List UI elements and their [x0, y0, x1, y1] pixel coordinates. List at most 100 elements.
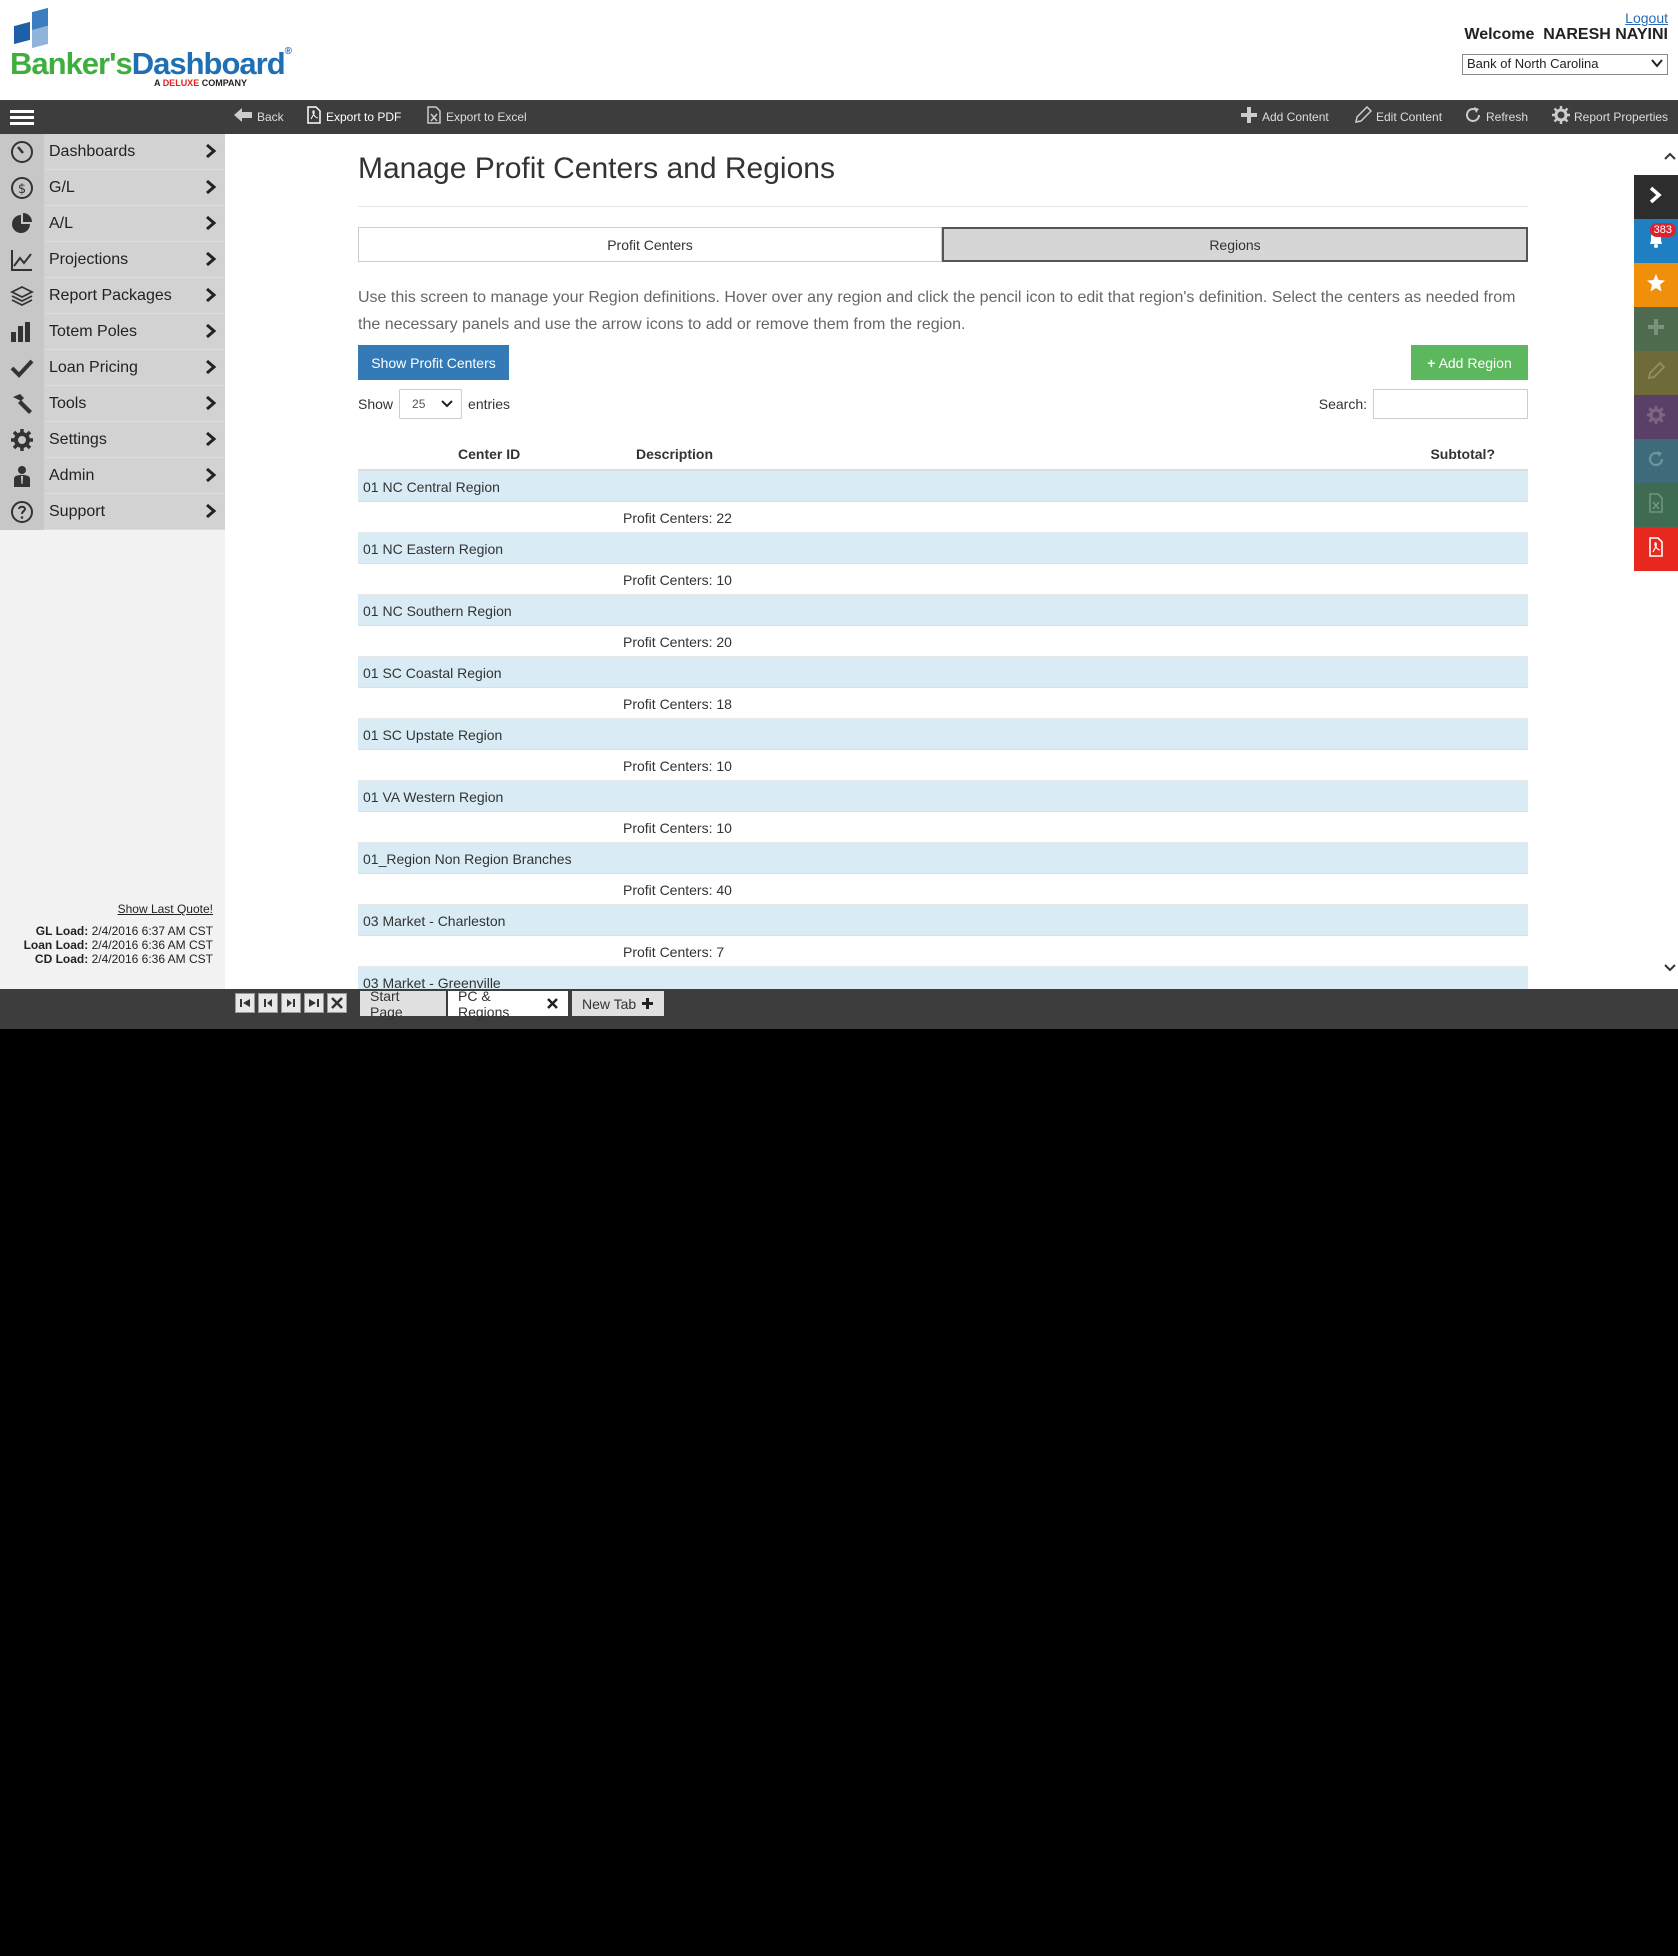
region-count-row: Profit Centers: 10: [358, 812, 1528, 843]
region-row[interactable]: 03 Market - Charleston: [358, 905, 1528, 936]
chevron-right-icon: [205, 143, 219, 161]
sidebar-item-totem-poles[interactable]: Totem Poles: [0, 314, 225, 350]
welcome-label: Welcome: [1464, 26, 1535, 43]
sidebar-item-label: Loan Pricing: [49, 359, 138, 376]
sidebar-item-dashboards[interactable]: Dashboards: [0, 134, 225, 170]
sidebar-item-settings[interactable]: Settings: [0, 422, 225, 458]
refresh-label: Refresh: [1486, 110, 1529, 124]
plus-icon: [1646, 317, 1666, 342]
edit-content-button[interactable]: Edit Content: [1354, 100, 1442, 134]
load-status: CD Load: 2/4/2016 6:36 AM CST: [0, 952, 213, 966]
close-tab-icon[interactable]: [547, 996, 558, 1012]
refresh-icon: [1464, 106, 1482, 129]
excel-icon: [426, 105, 442, 129]
region-name: 01 SC Coastal Region: [363, 665, 502, 681]
app-window: Banker'sDashboard® A DELUXE COMPANY Logo…: [0, 0, 1678, 1029]
show-last-quote-link[interactable]: Show Last Quote!: [0, 902, 213, 916]
column-header-center-id[interactable]: Center ID: [458, 446, 520, 462]
pencil-icon: [1354, 105, 1373, 129]
export-pdf-button[interactable]: Export to PDF: [306, 100, 401, 134]
sidebar-item-report-packages[interactable]: Report Packages: [0, 278, 225, 314]
scroll-up-icon[interactable]: [1664, 147, 1676, 165]
toolbar: Back Export to PDF Export to Excel Add C…: [0, 100, 1678, 134]
load-status: Loan Load: 2/4/2016 6:36 AM CST: [0, 938, 213, 952]
close-all-tabs-button[interactable]: [327, 993, 347, 1013]
sidebar-item-a-l[interactable]: A/L: [0, 206, 225, 242]
sidebar-item-tools[interactable]: Tools: [0, 386, 225, 422]
hamburger-menu-icon[interactable]: [10, 110, 34, 128]
hammer-icon: [0, 386, 44, 422]
region-name: 01 SC Upstate Region: [363, 727, 503, 743]
rail-button-plus[interactable]: [1634, 307, 1678, 351]
region-row[interactable]: 01_Region Non Region Branches: [358, 843, 1528, 874]
tagline-suffix: COMPANY: [201, 78, 248, 88]
sidebar: Dashboards $ G/L A/L Projections Report Packa…: [0, 134, 225, 989]
rail-button-bell[interactable]: 383: [1634, 219, 1678, 263]
column-header-description[interactable]: Description: [636, 446, 713, 462]
first-tab-button[interactable]: [235, 993, 255, 1013]
sidebar-item-label: Admin: [49, 467, 95, 484]
sidebar-item-g-l[interactable]: $ G/L: [0, 170, 225, 206]
sidebar-item-support[interactable]: Support: [0, 494, 225, 530]
back-button[interactable]: Back: [233, 100, 284, 134]
plus-icon[interactable]: [642, 996, 654, 1012]
regions-table: Center ID Description Subtotal? 01 NC Ce…: [358, 436, 1528, 989]
tab-pc-regions[interactable]: PC & Regions: [448, 988, 568, 1020]
rail-button-excel[interactable]: [1634, 483, 1678, 527]
add-content-button[interactable]: Add Content: [1240, 100, 1329, 134]
region-row[interactable]: 01 SC Upstate Region: [358, 719, 1528, 750]
rail-button-pencil[interactable]: [1634, 351, 1678, 395]
last-tab-button[interactable]: [304, 993, 324, 1013]
view-tabs: Profit Centers Regions: [358, 227, 1528, 262]
column-header-subtotal[interactable]: Subtotal?: [1430, 446, 1495, 462]
region-row[interactable]: 01 VA Western Region: [358, 781, 1528, 812]
region-row[interactable]: 01 NC Southern Region: [358, 595, 1528, 626]
sidebar-item-admin[interactable]: Admin: [0, 458, 225, 494]
bankers-dashboard-logo[interactable]: Banker'sDashboard® A DELUXE COMPANY: [10, 7, 292, 88]
speedometer-icon: [0, 134, 44, 170]
profit-center-count: Profit Centers: 20: [623, 634, 732, 650]
search-input[interactable]: [1373, 389, 1528, 419]
region-row[interactable]: 03 Market - Greenville: [358, 967, 1528, 989]
gear-icon: [1552, 105, 1570, 129]
tagline-brand: DELUXE: [162, 78, 200, 88]
logo-brand-part2: Dashboard: [131, 46, 286, 81]
admin-user-icon: [0, 458, 44, 494]
export-excel-button[interactable]: Export to Excel: [426, 100, 527, 134]
region-name: 01_Region Non Region Branches: [363, 851, 572, 867]
rail-button-star[interactable]: [1634, 263, 1678, 307]
gear-icon: [0, 422, 44, 458]
region-row[interactable]: 01 NC Central Region: [358, 471, 1528, 502]
sidebar-item-loan-pricing[interactable]: Loan Pricing: [0, 350, 225, 386]
previous-tab-button[interactable]: [258, 993, 278, 1013]
rail-button-refresh[interactable]: [1634, 439, 1678, 483]
tab-pc-regions-label: PC & Regions: [458, 987, 510, 1020]
bank-select[interactable]: Bank of North Carolina: [1462, 54, 1668, 75]
refresh-button[interactable]: Refresh: [1464, 100, 1528, 134]
tab-new-tab[interactable]: New Tab: [572, 991, 664, 1016]
layers-icon: [0, 278, 44, 314]
tab-start-page[interactable]: Start Page: [360, 988, 446, 1020]
region-row[interactable]: 01 NC Eastern Region: [358, 533, 1528, 564]
scroll-down-icon[interactable]: [1664, 959, 1676, 977]
logout-link[interactable]: Logout: [1625, 10, 1668, 26]
show-profit-centers-button[interactable]: Show Profit Centers: [358, 345, 509, 380]
entries-select[interactable]: 25: [399, 389, 463, 419]
main-content: Manage Profit Centers and Regions Profit…: [225, 134, 1635, 989]
sidebar-item-projections[interactable]: Projections: [0, 242, 225, 278]
gear-icon: [1646, 405, 1666, 430]
region-name: 01 NC Eastern Region: [363, 541, 504, 557]
region-row[interactable]: 01 SC Coastal Region: [358, 657, 1528, 688]
rail-button-pdf[interactable]: [1634, 527, 1678, 571]
rail-button-gear[interactable]: [1634, 395, 1678, 439]
report-properties-button[interactable]: Report Properties: [1552, 100, 1668, 134]
rail-button-expand-arrow[interactable]: [1634, 175, 1678, 219]
plus-icon: [1240, 106, 1258, 129]
tab-profit-centers[interactable]: Profit Centers: [358, 227, 942, 262]
tab-regions[interactable]: Regions: [942, 227, 1528, 262]
question-icon: [0, 494, 44, 530]
export-pdf-label: Export to PDF: [326, 110, 402, 124]
next-tab-button[interactable]: [281, 993, 301, 1013]
add-region-button[interactable]: + Add Region: [1411, 345, 1528, 380]
sidebar-item-label: Projections: [49, 251, 129, 268]
